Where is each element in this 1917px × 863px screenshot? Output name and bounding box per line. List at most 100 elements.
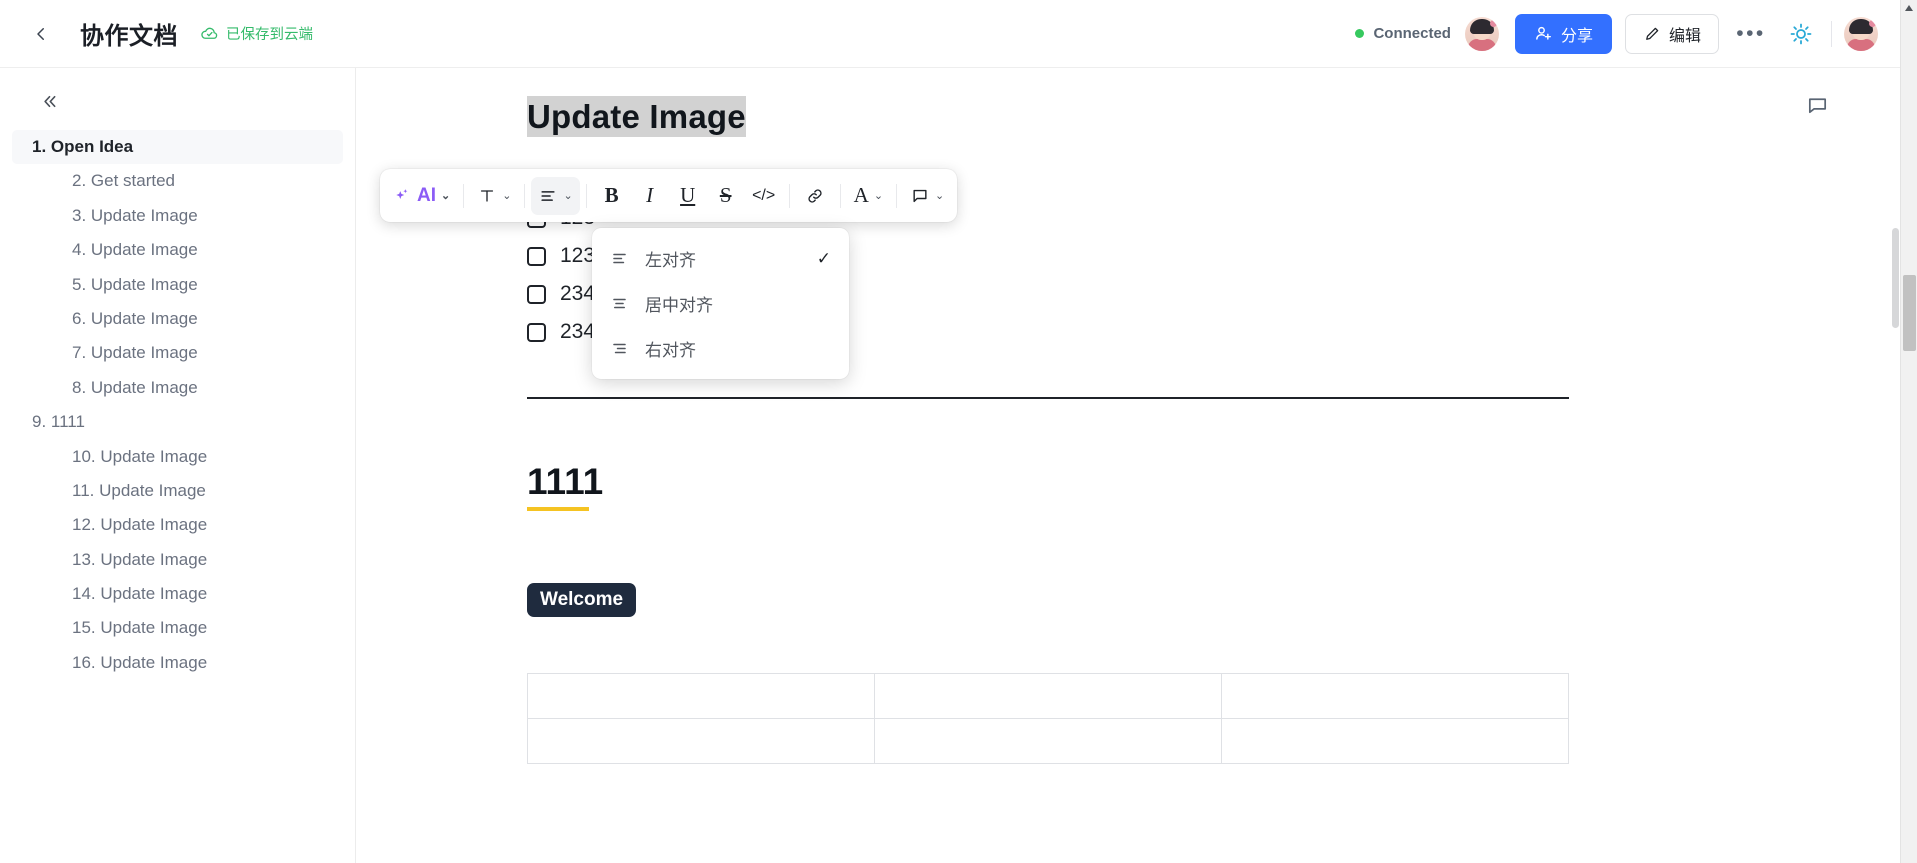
sidebar-item-12[interactable]: 12. Update Image bbox=[12, 508, 343, 542]
italic-button[interactable]: I bbox=[631, 177, 669, 215]
back-button[interactable] bbox=[24, 17, 58, 51]
align-option-2[interactable]: 居中对齐 bbox=[592, 281, 849, 326]
toolbar-divider bbox=[896, 183, 898, 208]
italic-label: I bbox=[646, 183, 654, 207]
link-icon bbox=[808, 188, 822, 203]
sidebar-collapse-button[interactable] bbox=[32, 86, 66, 116]
ai-sparkle-icon bbox=[396, 189, 408, 199]
ai-button[interactable]: AI ⌄ bbox=[386, 177, 457, 215]
table-cell[interactable] bbox=[874, 672, 1222, 719]
document-table[interactable] bbox=[527, 672, 1569, 764]
theme-toggle-button[interactable] bbox=[1783, 16, 1819, 52]
ai-button-label: AI bbox=[417, 184, 436, 206]
link-button[interactable] bbox=[796, 177, 834, 215]
table-cell[interactable] bbox=[874, 717, 1222, 764]
edit-button[interactable]: 编辑 bbox=[1624, 13, 1719, 54]
collaborator-avatar[interactable] bbox=[1464, 16, 1499, 51]
align-option-label: 居中对齐 bbox=[645, 296, 713, 315]
header-divider bbox=[1831, 20, 1832, 47]
browser-scrollbar-thumb[interactable] bbox=[1903, 275, 1916, 351]
pencil-icon bbox=[1646, 27, 1659, 40]
welcome-badge[interactable]: Welcome bbox=[527, 582, 637, 617]
user-avatar[interactable] bbox=[1844, 16, 1878, 51]
strikethrough-label: S bbox=[719, 183, 732, 207]
align-option-1[interactable]: 左对齐 ✓ bbox=[592, 236, 849, 281]
todo-checkbox[interactable] bbox=[527, 284, 546, 304]
sidebar-item-3[interactable]: 3. Update Image bbox=[12, 199, 343, 233]
comment-button[interactable]: ⌄ bbox=[903, 177, 951, 215]
table-cell[interactable] bbox=[1221, 717, 1569, 764]
more-options-button[interactable]: ••• bbox=[1733, 16, 1769, 52]
toolbar-divider bbox=[788, 183, 790, 208]
chevron-down-icon: ⌄ bbox=[563, 190, 573, 202]
cloud-check-icon bbox=[201, 27, 218, 39]
table-cell[interactable] bbox=[1221, 672, 1569, 719]
app-header: 协作文档 已保存到云端 Connected 分享 编辑 ••• bbox=[0, 0, 1900, 68]
align-button[interactable]: ⌄ bbox=[531, 176, 580, 215]
sidebar-item-11[interactable]: 11. Update Image bbox=[12, 474, 343, 508]
text-style-button[interactable]: ⌄ bbox=[470, 177, 518, 215]
sidebar-item-4[interactable]: 4. Update Image bbox=[12, 233, 343, 267]
heading-update-image[interactable]: Update Image bbox=[527, 96, 746, 138]
toolbar-divider bbox=[585, 183, 587, 208]
share-button-label: 分享 bbox=[1560, 27, 1593, 45]
table-cell[interactable] bbox=[527, 717, 875, 764]
sun-brightness-icon bbox=[1790, 23, 1812, 44]
underline-button[interactable]: U bbox=[669, 177, 707, 215]
browser-scrollbar[interactable] bbox=[1900, 0, 1917, 863]
share-button[interactable]: 分享 bbox=[1514, 13, 1612, 54]
outline-sidebar: 1. Open Idea 2. Get started 3. Update Imag… bbox=[0, 68, 356, 863]
sidebar-item-1[interactable]: 1. Open Idea bbox=[12, 130, 343, 165]
align-option-label: 右对齐 bbox=[645, 341, 696, 360]
align-dropdown-menu: 左对齐 ✓ 居中对齐右对齐 bbox=[592, 228, 849, 379]
scroll-up-arrow-icon[interactable] bbox=[1905, 5, 1913, 11]
connection-dot-icon bbox=[1355, 29, 1365, 38]
sidebar-item-13[interactable]: 13. Update Image bbox=[12, 543, 343, 577]
align-option-3[interactable]: 右对齐 bbox=[592, 326, 849, 371]
sidebar-item-9[interactable]: 9. 1111 bbox=[12, 405, 343, 439]
welcome-badge-wrap: Welcome bbox=[527, 511, 1900, 617]
toolbar-divider bbox=[839, 183, 841, 208]
sidebar-item-16[interactable]: 16. Update Image bbox=[12, 646, 343, 680]
double-chevron-left-icon bbox=[43, 95, 55, 107]
document-scrollbar[interactable] bbox=[1891, 68, 1900, 863]
strikethrough-button[interactable]: S bbox=[707, 177, 745, 215]
toolbar-divider bbox=[463, 183, 465, 208]
code-label: </> bbox=[752, 186, 776, 204]
sidebar-item-5[interactable]: 5. Update Image bbox=[12, 268, 343, 302]
bold-button[interactable]: B bbox=[593, 177, 631, 215]
align-left-icon bbox=[613, 253, 626, 264]
sidebar-item-10[interactable]: 10. Update Image bbox=[12, 440, 343, 474]
document-scrollbar-thumb[interactable] bbox=[1892, 228, 1899, 328]
chevron-down-icon: ⌄ bbox=[502, 190, 512, 202]
font-color-button[interactable]: A ⌄ bbox=[847, 177, 890, 215]
code-button[interactable]: </> bbox=[745, 177, 783, 215]
chevron-down-icon: ⌄ bbox=[441, 190, 451, 202]
todo-label[interactable]: 123 bbox=[560, 244, 595, 268]
share-person-icon bbox=[1536, 26, 1551, 40]
sidebar-item-7[interactable]: 7. Update Image bbox=[12, 336, 343, 370]
sidebar-item-6[interactable]: 6. Update Image bbox=[12, 302, 343, 336]
todo-checkbox[interactable] bbox=[527, 322, 546, 342]
align-selected-check-icon: ✓ bbox=[816, 248, 831, 268]
heading-update-image-wrap: Update Image bbox=[527, 96, 1900, 138]
chevron-down-icon: ⌄ bbox=[873, 190, 884, 202]
text-style-T-icon bbox=[481, 189, 494, 202]
edit-button-label: 编辑 bbox=[1668, 27, 1701, 45]
heading-1111[interactable]: 1111 bbox=[527, 461, 603, 504]
toolbar-divider bbox=[524, 183, 526, 208]
sidebar-item-15[interactable]: 15. Update Image bbox=[12, 611, 343, 645]
sidebar-item-14[interactable]: 14. Update Image bbox=[12, 577, 343, 611]
heading-1111-wrap: 1111 bbox=[527, 461, 1900, 511]
connection-label: Connected bbox=[1373, 25, 1451, 42]
sidebar-item-2[interactable]: 2. Get started bbox=[12, 164, 343, 198]
align-right-icon bbox=[613, 343, 626, 354]
sidebar-item-8[interactable]: 8. Update Image bbox=[12, 371, 343, 405]
bold-label: B bbox=[604, 183, 619, 207]
align-left-icon bbox=[541, 190, 556, 201]
more-horizontal-icon: ••• bbox=[1736, 21, 1766, 45]
horizontal-divider bbox=[527, 397, 1569, 400]
table-cell[interactable] bbox=[527, 672, 875, 719]
todo-label[interactable]: 234 bbox=[560, 282, 595, 306]
todo-checkbox[interactable] bbox=[527, 246, 546, 266]
